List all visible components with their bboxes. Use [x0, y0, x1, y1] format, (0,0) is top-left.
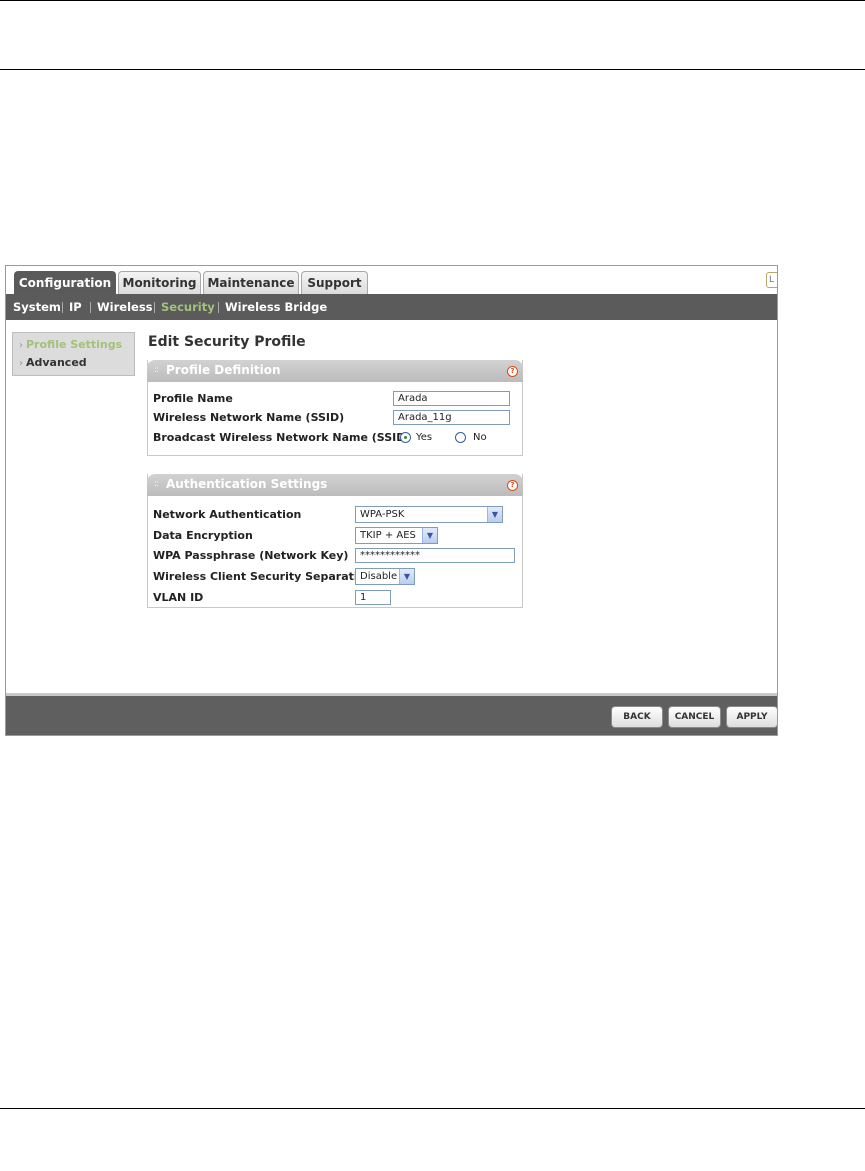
- profile-name-input[interactable]: Arada: [393, 391, 510, 406]
- back-button[interactable]: BACK: [611, 706, 663, 728]
- ssid-label: Wireless Network Name (SSID): [153, 411, 345, 424]
- profile-name-label: Profile Name: [153, 392, 233, 405]
- panel-title: Profile Definition: [166, 363, 281, 377]
- tab-configuration[interactable]: Configuration: [14, 271, 116, 294]
- sidebar: › Profile Settings › Advanced: [12, 332, 135, 376]
- page-top-rule: [0, 0, 865, 1]
- router-admin-screenshot: Configuration Monitoring Maintenance Sup…: [5, 265, 778, 736]
- vlan-id-input[interactable]: 1: [355, 590, 391, 605]
- data-encryption-select[interactable]: TKIP + AES ▼: [355, 527, 438, 544]
- page-header-rule: [0, 69, 865, 70]
- network-authentication-label: Network Authentication: [153, 508, 302, 521]
- ssid-input[interactable]: Arada_11g: [393, 410, 510, 425]
- chevron-down-icon: ▼: [399, 569, 414, 584]
- sidebar-item-label: Profile Settings: [26, 338, 123, 351]
- chevron-down-icon: ▼: [487, 507, 502, 522]
- logout-stub-icon[interactable]: L: [766, 272, 777, 288]
- main-tab-bar: Configuration Monitoring Maintenance Sup…: [6, 266, 777, 294]
- client-separation-select[interactable]: Disable ▼: [355, 568, 415, 585]
- broadcast-no-radio[interactable]: [455, 432, 466, 443]
- tab-monitoring[interactable]: Monitoring: [118, 271, 201, 294]
- subnav-security[interactable]: Security: [161, 294, 215, 320]
- broadcast-no-label: No: [473, 432, 487, 443]
- subnav-system[interactable]: System: [13, 294, 61, 320]
- sub-navigation: System IP Wireless Security Wireless Bri…: [6, 294, 777, 320]
- cancel-button[interactable]: CANCEL: [668, 706, 721, 728]
- drag-handle-icon: ::: [154, 365, 159, 375]
- subnav-ip[interactable]: IP: [69, 294, 82, 320]
- panel-header: :: Authentication Settings ?: [147, 474, 523, 496]
- client-separation-label: Wireless Client Security Separation: [153, 570, 374, 583]
- tab-maintenance[interactable]: Maintenance: [203, 271, 299, 294]
- sidebar-item-profile-settings[interactable]: › Profile Settings: [19, 338, 122, 351]
- help-icon[interactable]: ?: [507, 480, 518, 491]
- apply-button[interactable]: APPLY: [726, 706, 777, 728]
- chevron-right-icon: ›: [19, 358, 23, 369]
- select-value: TKIP + AES: [360, 530, 416, 541]
- panel-header: :: Profile Definition ?: [147, 360, 523, 382]
- subnav-wireless[interactable]: Wireless: [97, 294, 153, 320]
- panel-title: Authentication Settings: [166, 477, 328, 491]
- select-value: Disable: [360, 571, 398, 582]
- select-value: WPA-PSK: [360, 509, 405, 520]
- broadcast-yes-radio[interactable]: [400, 432, 411, 443]
- chevron-right-icon: ›: [19, 340, 23, 351]
- page-title: Edit Security Profile: [148, 334, 306, 350]
- subnav-separator: [218, 302, 219, 313]
- subnav-separator: [154, 302, 155, 313]
- subnav-separator: [62, 302, 63, 313]
- profile-definition-panel: :: Profile Definition ? Profile Name Ara…: [147, 360, 523, 456]
- wpa-passphrase-label: WPA Passphrase (Network Key): [153, 549, 349, 562]
- vlan-id-label: VLAN ID: [153, 591, 204, 604]
- broadcast-yes-label: Yes: [416, 432, 433, 443]
- tab-support[interactable]: Support: [301, 271, 368, 294]
- broadcast-ssid-label: Broadcast Wireless Network Name (SSID): [153, 431, 411, 444]
- sidebar-item-advanced[interactable]: › Advanced: [19, 356, 87, 369]
- action-bar: BACK CANCEL APPLY: [6, 693, 777, 735]
- page-footer-rule: [0, 1108, 865, 1109]
- drag-handle-icon: ::: [154, 479, 159, 489]
- subnav-wireless-bridge[interactable]: Wireless Bridge: [225, 294, 327, 320]
- sidebar-item-label: Advanced: [26, 356, 87, 369]
- subnav-separator: [90, 302, 91, 313]
- chevron-down-icon: ▼: [422, 528, 437, 543]
- main-content: › Profile Settings › Advanced Edit Securit…: [6, 320, 777, 693]
- network-authentication-select[interactable]: WPA-PSK ▼: [355, 506, 503, 523]
- data-encryption-label: Data Encryption: [153, 529, 253, 542]
- authentication-settings-panel: :: Authentication Settings ? Network Aut…: [147, 474, 523, 608]
- wpa-passphrase-input[interactable]: ************: [355, 548, 515, 563]
- help-icon[interactable]: ?: [507, 366, 518, 377]
